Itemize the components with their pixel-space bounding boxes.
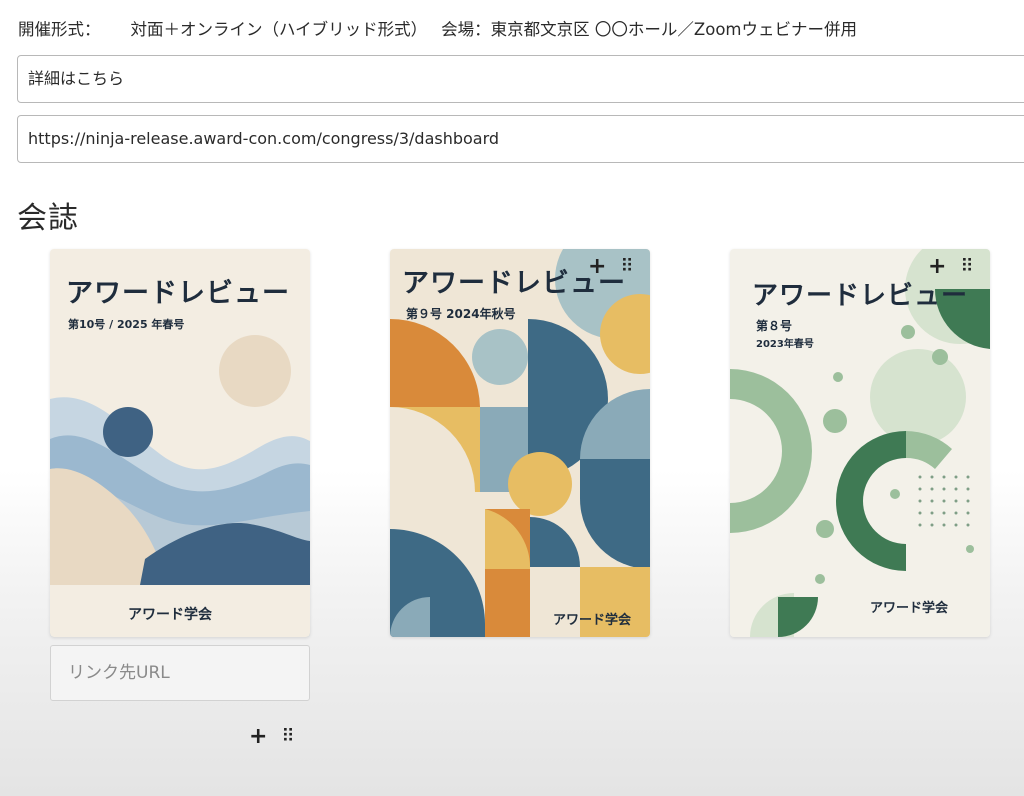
cover-3-issue-number: 第８号 [756,319,793,333]
cover-3-publisher: アワード学会 [870,601,949,616]
journal-section-title: 会誌 [17,201,79,236]
event-format-value: 対面＋オンライン（ハイブリッド形式） [130,20,428,39]
cover-2-issue: 第９号 2024年秋号 [406,307,516,321]
details-text-field[interactable]: 詳細はこちら [17,55,1024,103]
event-format-label: 開催形式： [18,20,101,39]
event-venue-text: 会場：東京都文京区 〇〇ホール／Zoomウェビナー併用 [441,20,857,39]
journal-cover-1[interactable]: アワードレビュー 第10号 / 2025 年春号 アワード学会 [50,249,310,637]
cover-1-issue: 第10号 / 2025 年春号 [68,318,185,331]
cover-1-title: アワードレビュー [66,278,290,309]
cover-1-publisher: アワード学会 [128,607,212,623]
cover-2-publisher: アワード学会 [553,613,632,628]
details-url-field[interactable]: https://ninja-release.award-con.com/cong… [17,115,1024,163]
drag-handle-icon[interactable]: ⠿ [620,258,633,276]
add-icon[interactable]: + [928,256,946,278]
drag-handle-icon[interactable]: ⠿ [281,728,294,746]
journal-cover-3[interactable]: アワードレビュー 第８号 2023年春号 アワード学会 + ⠿ [730,249,990,637]
journal-cover-2[interactable]: アワードレビュー 第９号 2024年秋号 アワード学会 + ⠿ [390,249,650,637]
add-icon[interactable]: + [588,256,606,278]
event-format-line: 開催形式： 対面＋オンライン（ハイブリッド形式） 会場：東京都文京区 〇〇ホール／Z… [18,16,857,40]
cover-3-title: アワードレビュー [752,281,969,311]
add-icon[interactable]: + [249,726,267,748]
cover-1-toolbar: + ⠿ [249,726,295,748]
cover-3-toolbar: + ⠿ [928,256,974,278]
cover-3-issue-season: 2023年春号 [756,339,814,350]
link-url-input[interactable] [50,645,310,701]
cover-2-toolbar: + ⠿ [588,256,634,278]
drag-handle-icon[interactable]: ⠿ [960,258,973,276]
